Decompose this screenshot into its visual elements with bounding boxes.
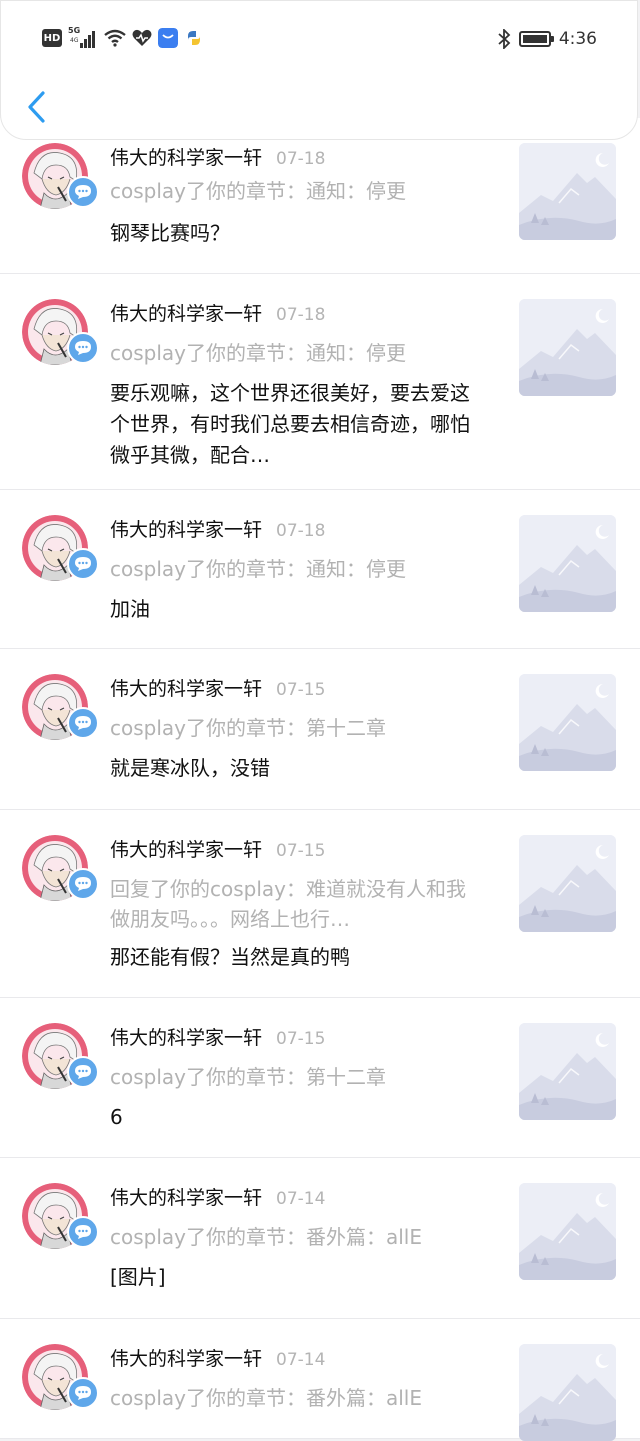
notification-context: cosplay了你的章节：通知：停更 bbox=[110, 179, 406, 203]
message-bubble-icon bbox=[67, 1377, 99, 1409]
user-name-text: 伟大的科学家一轩 bbox=[110, 303, 263, 325]
notification-date: 07-18 bbox=[276, 149, 326, 169]
message-bubble-icon bbox=[67, 868, 99, 900]
notification-date: 07-18 bbox=[276, 305, 326, 325]
notification-context: cosplay了你的章节：通知：停更 bbox=[110, 557, 406, 581]
chapter-thumbnail[interactable] bbox=[519, 674, 616, 771]
shopping-app-icon bbox=[158, 28, 178, 48]
comment-message: 加油 bbox=[110, 597, 150, 621]
chapter-thumbnail[interactable] bbox=[519, 143, 616, 240]
health-heart-icon bbox=[132, 29, 152, 46]
comment-message: 要乐观嘛，这个世界还很美好，要去爱这个世界，有时我们总要去相信奇迹，哪怕微乎其微… bbox=[110, 381, 470, 467]
chapter-thumbnail[interactable] bbox=[519, 299, 616, 396]
notification-item[interactable]: 伟大的科学家一轩 07-15 cosplay了你的章节：第十二章 6 bbox=[0, 998, 640, 1158]
user-name-text: 伟大的科学家一轩 bbox=[110, 519, 263, 541]
chapter-thumbnail[interactable] bbox=[519, 1183, 616, 1280]
notification-date: 07-14 bbox=[276, 1350, 326, 1370]
message-bubble-icon bbox=[67, 1216, 99, 1248]
notification-item[interactable]: 伟大的科学家一轩 07-15 cosplay了你的章节：第十二章 就是寒冰队，没错 bbox=[0, 649, 640, 810]
user-name[interactable]: 伟大的科学家一轩 07-18 bbox=[110, 299, 325, 326]
notification-item[interactable]: 伟大的科学家一轩 07-14 cosplay了你的章节：番外篇：allE [图片] bbox=[0, 1158, 640, 1319]
message-bubble-icon bbox=[67, 332, 99, 364]
back-chevron-icon[interactable] bbox=[23, 89, 51, 125]
notification-item[interactable]: 伟大的科学家一轩 07-18 cosplay了你的章节：通知：停更 要乐观嘛，这个… bbox=[0, 274, 640, 490]
comment-message: 就是寒冰队，没错 bbox=[110, 756, 270, 780]
notification-date: 07-18 bbox=[276, 521, 326, 541]
notification-item[interactable]: 伟大的科学家一轩 07-15 回复了你的cosplay：难道就没有人和我做朋友吗。… bbox=[0, 810, 640, 998]
user-name[interactable]: 伟大的科学家一轩 07-15 bbox=[110, 1023, 325, 1050]
notification-item[interactable]: 伟大的科学家一轩 07-18 cosplay了你的章节：通知：停更 钢琴比赛吗？ bbox=[0, 118, 640, 274]
notification-context: cosplay了你的章节：第十二章 bbox=[110, 1065, 386, 1089]
user-name-text: 伟大的科学家一轩 bbox=[110, 1348, 263, 1370]
notification-context: cosplay了你的章节：番外篇：allE bbox=[110, 1386, 423, 1410]
wifi-icon bbox=[104, 29, 126, 47]
chapter-thumbnail[interactable] bbox=[519, 515, 616, 612]
user-name-text: 伟大的科学家一轩 bbox=[110, 678, 263, 700]
python-app-icon bbox=[188, 31, 200, 45]
hd-indicator: HD bbox=[42, 29, 62, 47]
user-name-text: 伟大的科学家一轩 bbox=[110, 147, 263, 169]
notification-date: 07-15 bbox=[276, 1029, 326, 1049]
user-name-text: 伟大的科学家一轩 bbox=[110, 1187, 263, 1209]
user-name[interactable]: 伟大的科学家一轩 07-14 bbox=[110, 1344, 325, 1371]
user-name[interactable]: 伟大的科学家一轩 07-18 bbox=[110, 515, 325, 542]
status-bar-right: 4:36 bbox=[497, 29, 597, 49]
user-name[interactable]: 伟大的科学家一轩 07-15 bbox=[110, 674, 325, 701]
message-bubble-icon bbox=[67, 176, 99, 208]
user-name[interactable]: 伟大的科学家一轩 07-14 bbox=[110, 1183, 325, 1210]
status-bar-left: HD 5G 4G bbox=[42, 26, 204, 48]
user-name[interactable]: 伟大的科学家一轩 07-18 bbox=[110, 143, 325, 170]
bluetooth-icon bbox=[498, 29, 511, 49]
comment-message: 6 bbox=[110, 1105, 123, 1129]
chapter-thumbnail[interactable] bbox=[519, 1023, 616, 1120]
message-bubble-icon bbox=[67, 707, 99, 739]
network-subtype: 4G bbox=[70, 37, 79, 44]
chapter-thumbnail[interactable] bbox=[519, 1344, 616, 1441]
notification-context: cosplay了你的章节：番外篇：allE bbox=[110, 1225, 423, 1249]
user-name-text: 伟大的科学家一轩 bbox=[110, 1027, 263, 1049]
user-name[interactable]: 伟大的科学家一轩 07-15 bbox=[110, 835, 325, 862]
notification-date: 07-15 bbox=[276, 680, 326, 700]
message-bubble-icon bbox=[67, 1056, 99, 1088]
comment-message: 钢琴比赛吗？ bbox=[110, 221, 230, 245]
comment-message: [图片] bbox=[110, 1265, 166, 1289]
notification-context: 回复了你的cosplay：难道就没有人和我做朋友吗。。。网络上也行… bbox=[110, 877, 466, 931]
network-type: 5G bbox=[68, 26, 81, 35]
message-bubble-icon bbox=[67, 548, 99, 580]
notification-date: 07-14 bbox=[276, 1189, 326, 1209]
notification-item[interactable]: 伟大的科学家一轩 07-14 cosplay了你的章节：番外篇：allE bbox=[0, 1319, 640, 1441]
notification-context: cosplay了你的章节：通知：停更 bbox=[110, 341, 406, 365]
clock: 4:36 bbox=[558, 29, 597, 49]
user-name-text: 伟大的科学家一轩 bbox=[110, 839, 263, 861]
notification-item[interactable]: 伟大的科学家一轩 07-18 cosplay了你的章节：通知：停更 加油 bbox=[0, 490, 640, 649]
chapter-thumbnail[interactable] bbox=[519, 835, 616, 932]
cellular-signal-icon: 5G 4G bbox=[68, 26, 98, 48]
battery-icon bbox=[518, 31, 554, 47]
notification-context: cosplay了你的章节：第十二章 bbox=[110, 716, 386, 740]
notification-date: 07-15 bbox=[276, 841, 326, 861]
comment-message: 那还能有假？当然是真的鸭 bbox=[110, 945, 350, 969]
top-bar: HD 5G 4G 4:36 bbox=[0, 0, 638, 140]
